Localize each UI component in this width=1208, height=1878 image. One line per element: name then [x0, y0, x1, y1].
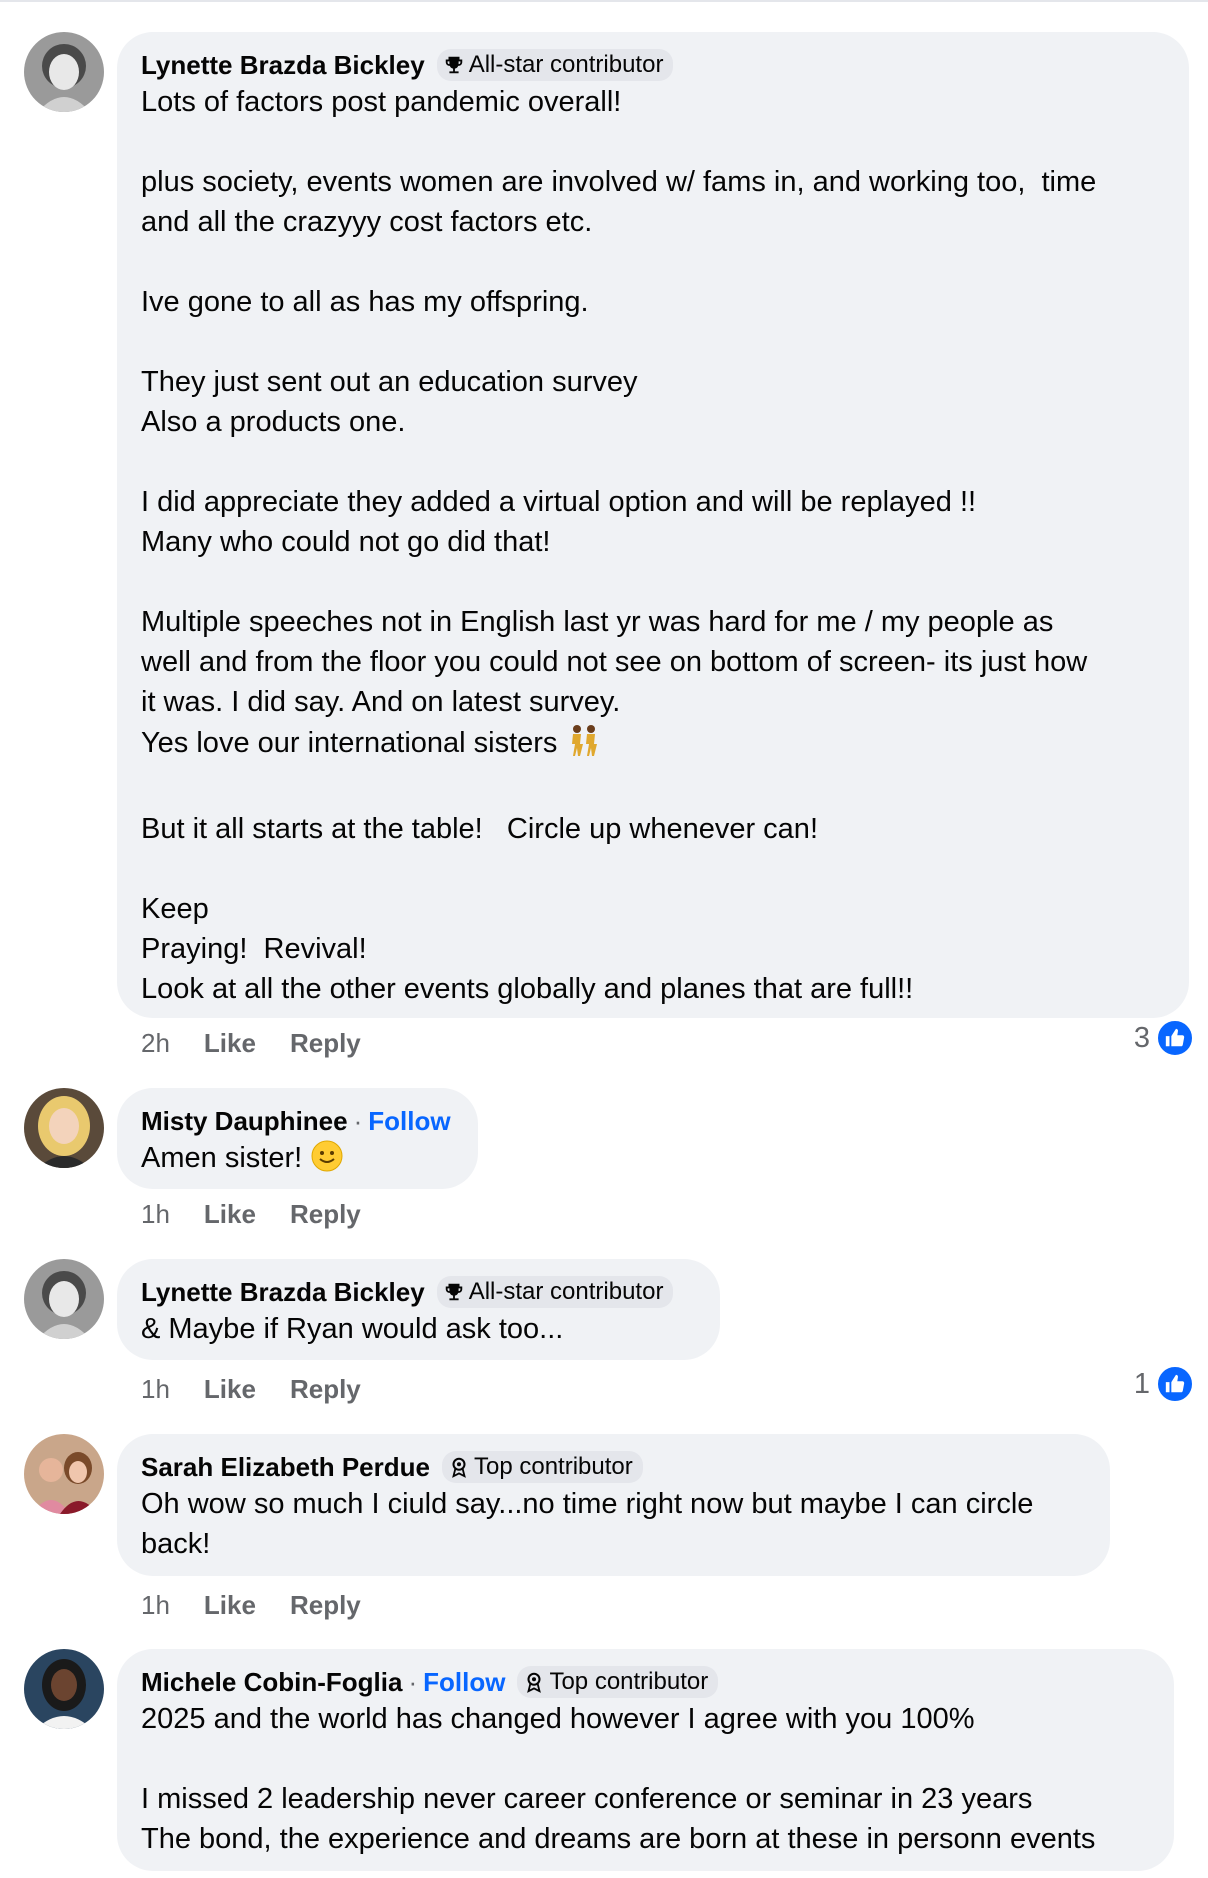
comment-text: Amen sister! [141, 1138, 454, 1184]
author-name[interactable]: Misty Dauphinee [141, 1106, 348, 1137]
timestamp[interactable]: 1h [141, 1590, 170, 1621]
comment-bubble: Sarah Elizabeth Perdue Top contributor O… [117, 1434, 1110, 1576]
avatar[interactable] [24, 1259, 104, 1339]
reaction-count[interactable]: 1 [1134, 1365, 1194, 1403]
trophy-icon [445, 56, 462, 74]
comment-bubble: Michele Cobin-Foglia · Follow Top contri… [117, 1649, 1174, 1871]
like-reaction-icon [1156, 1019, 1194, 1057]
badge-label: All-star contributor [468, 51, 664, 78]
badge-label: Top contributor [473, 1453, 633, 1480]
comment-text: Oh wow so much I ciuld say...no time rig… [141, 1488, 1034, 1560]
comment-bubble: Lynette Brazda Bickley All-star contribu… [117, 32, 1189, 1018]
follow-button[interactable]: Follow [368, 1106, 450, 1137]
author-name[interactable]: Lynette Brazda Bickley [141, 1277, 425, 1308]
comment-bubble: Lynette Brazda Bickley All-star contribu… [117, 1259, 720, 1360]
medal-icon [452, 1457, 466, 1478]
badge-label: Top contributor [549, 1668, 709, 1695]
reaction-number: 1 [1133, 1367, 1150, 1400]
badge-label: All-star contributor [468, 1278, 664, 1305]
avatar-photo [24, 1259, 104, 1339]
top-divider [0, 0, 1208, 2]
author-name[interactable]: Lynette Brazda Bickley [141, 50, 425, 81]
contributor-badge[interactable]: All-star contributor [436, 49, 674, 81]
comment-text: & Maybe if Ryan would ask too... [141, 1313, 564, 1345]
reply-button[interactable]: Reply [290, 1590, 361, 1621]
author-name[interactable]: Sarah Elizabeth Perdue [141, 1452, 430, 1483]
comment-actions: 1h Like Reply [141, 1199, 395, 1230]
contributor-badge[interactable]: All-star contributor [436, 1276, 674, 1308]
timestamp[interactable]: 1h [141, 1374, 170, 1405]
reply-button[interactable]: Reply [290, 1199, 361, 1230]
comment-actions: 1h Like Reply [141, 1374, 395, 1405]
like-button[interactable]: Like [204, 1199, 256, 1230]
like-reaction-icon [1156, 1365, 1194, 1403]
author-name[interactable]: Michele Cobin-Foglia [141, 1667, 402, 1698]
smile-emoji [310, 1139, 344, 1184]
timestamp[interactable]: 1h [141, 1199, 170, 1230]
comment-bubble: Misty Dauphinee · Follow Amen sister! [117, 1088, 478, 1189]
comment-actions: 2h Like Reply [141, 1028, 395, 1059]
dancers-emoji [566, 722, 602, 769]
comment-text: Lots of factors post pandemic overall! p… [141, 82, 1165, 1009]
comment-text: 2025 and the world has changed however I… [141, 1703, 1096, 1855]
timestamp[interactable]: 2h [141, 1028, 170, 1059]
comment-text-part: But it all starts at the table! Circle u… [141, 813, 914, 1005]
comment-text-part: Amen sister! [141, 1142, 303, 1174]
trophy-icon [445, 1283, 462, 1301]
avatar-photo [24, 1088, 104, 1168]
medal-icon [527, 1672, 542, 1693]
contributor-badge[interactable]: Top contributor [441, 1451, 643, 1483]
avatar[interactable] [24, 32, 104, 112]
reply-button[interactable]: Reply [290, 1374, 361, 1405]
avatar-photo [24, 1434, 104, 1514]
reply-button[interactable]: Reply [290, 1028, 361, 1059]
avatar[interactable] [24, 1649, 104, 1729]
avatar-photo [24, 32, 104, 112]
comment-text-part: Lots of factors post pandemic overall! p… [141, 86, 1097, 759]
reaction-number: 3 [1133, 1021, 1150, 1054]
separator-dot: · [353, 1105, 363, 1136]
separator-dot: · [408, 1666, 418, 1697]
avatar[interactable] [24, 1434, 104, 1514]
like-button[interactable]: Like [204, 1590, 256, 1621]
reaction-count[interactable]: 3 [1134, 1019, 1194, 1057]
comment-actions: 1h Like Reply [141, 1590, 395, 1621]
follow-button[interactable]: Follow [423, 1667, 505, 1698]
contributor-badge[interactable]: Top contributor [517, 1666, 719, 1698]
avatar[interactable] [24, 1088, 104, 1168]
like-button[interactable]: Like [204, 1374, 256, 1405]
like-button[interactable]: Like [204, 1028, 256, 1059]
avatar-photo [24, 1649, 104, 1729]
